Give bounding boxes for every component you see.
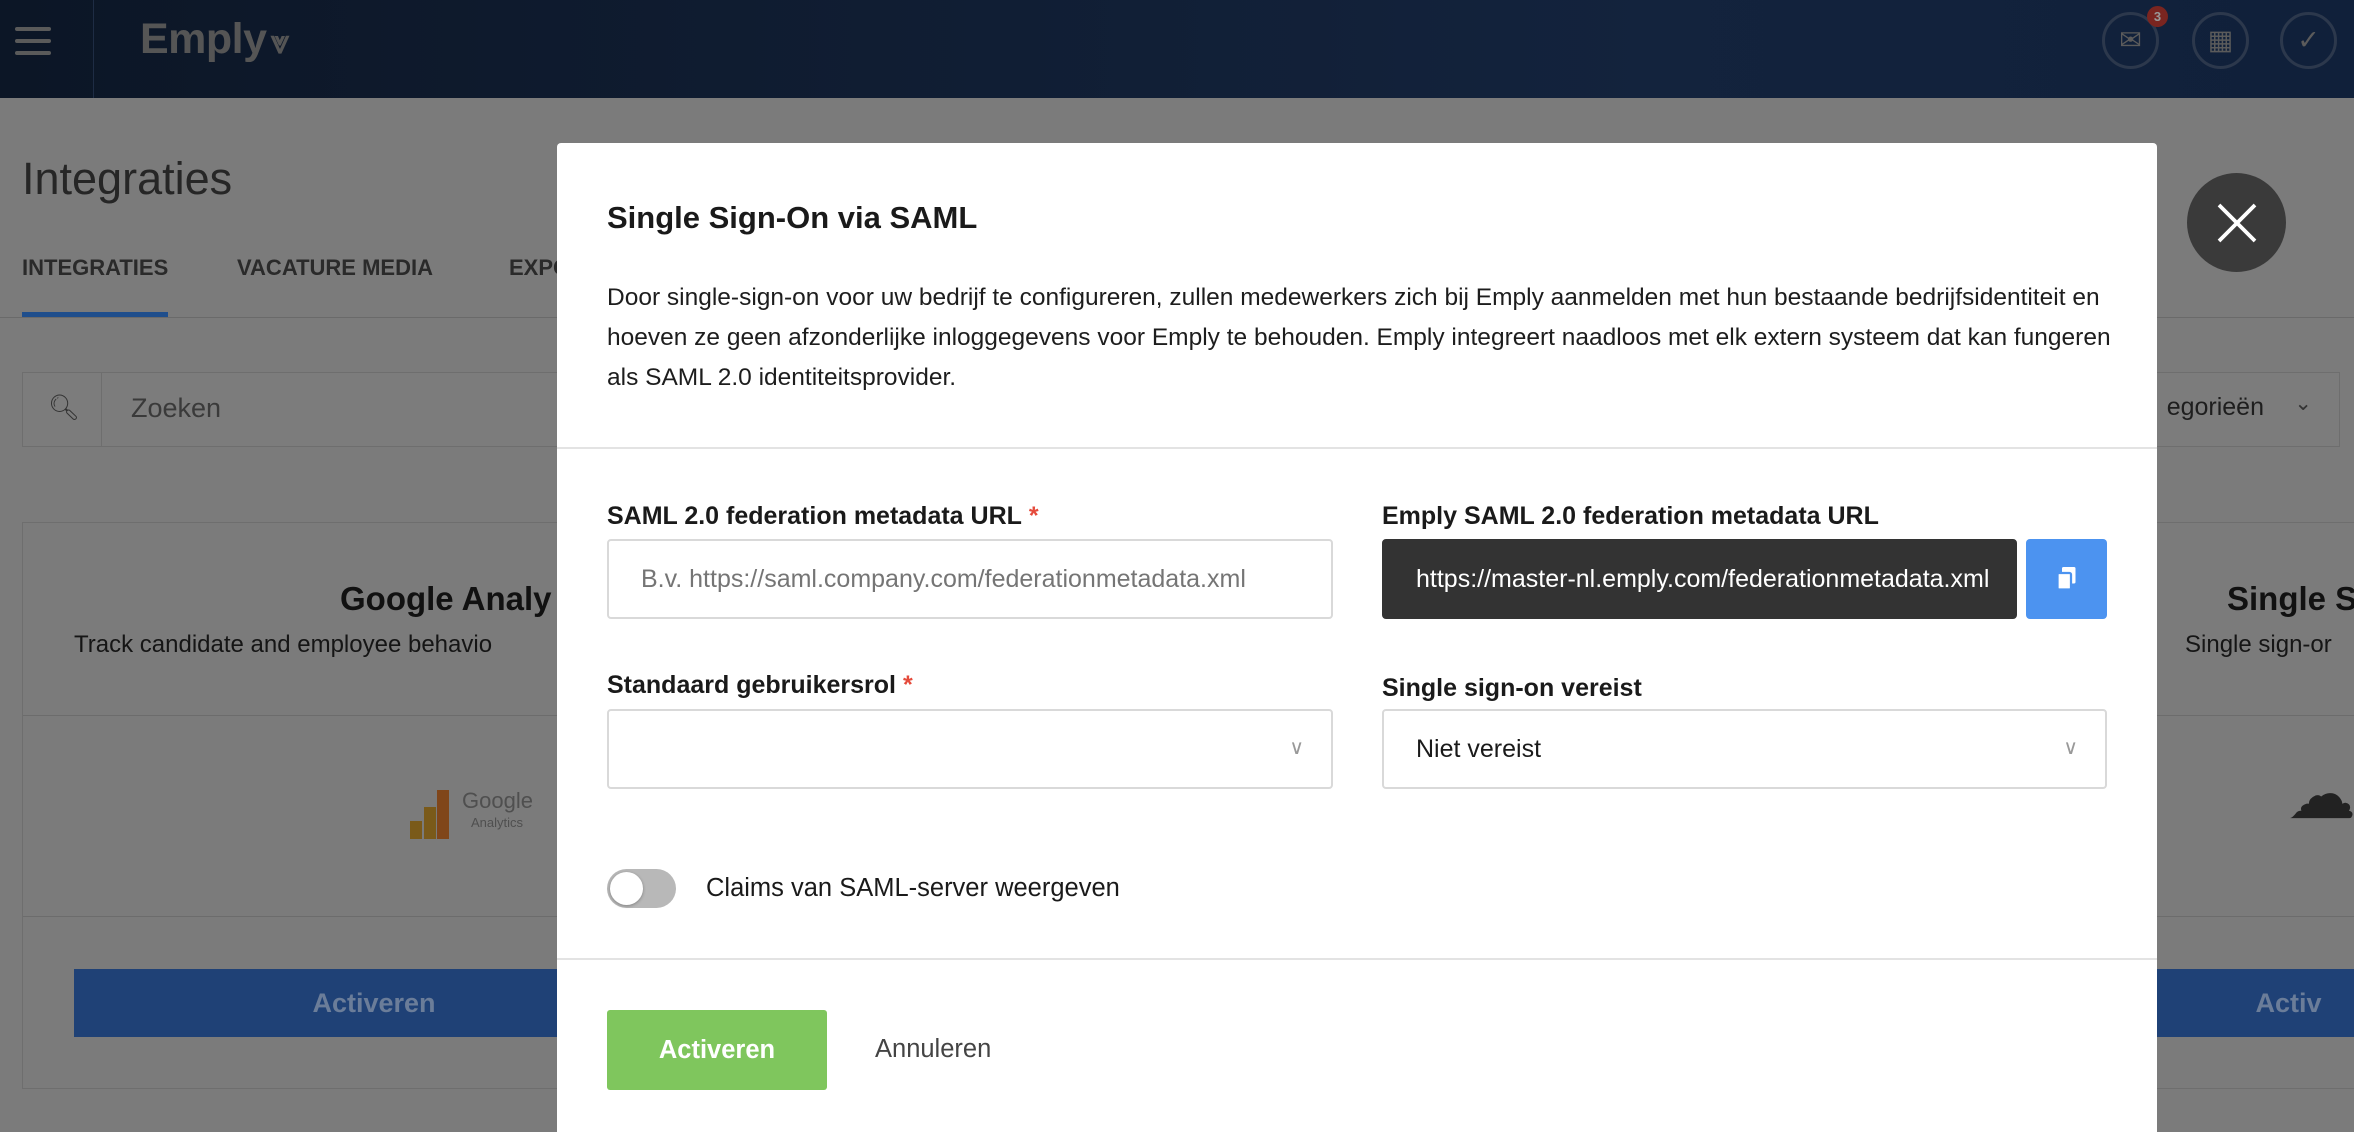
close-icon (2217, 203, 2256, 242)
category-select[interactable]: egorieën (2167, 393, 2264, 422)
copy-icon (2056, 567, 2076, 591)
divider (93, 0, 94, 98)
copy-button[interactable] (2026, 539, 2107, 619)
saml-url-input[interactable] (607, 539, 1333, 619)
mail-badge: 3 (2147, 6, 2168, 27)
integration-card-single-sign-on: Single S Single sign-or ☁ Activ (2130, 522, 2354, 1089)
card-description: Track candidate and employee behavio (74, 631, 493, 658)
role-label: Standaard gebruikersrol * (607, 671, 913, 699)
calendar-button[interactable]: ▦ (2192, 12, 2249, 69)
chevron-down-icon: ∨ (1289, 737, 1304, 759)
chevron-down-icon: ⌄ (2294, 392, 2312, 415)
search-input[interactable]: Zoeken (131, 393, 221, 424)
emply-url-label: Emply SAML 2.0 federation metadata URL (1382, 502, 1879, 530)
cancel-button[interactable]: Annuleren (875, 1035, 991, 1064)
activate-button[interactable]: Activeren (607, 1010, 827, 1090)
role-select[interactable]: ∨ (607, 709, 1333, 789)
card-description: Single sign-or (2185, 631, 2332, 658)
logo-mark-icon: ⩔ (270, 23, 290, 60)
chevron-down-icon: ∨ (2063, 737, 2078, 759)
emply-url-field[interactable]: https://master-nl.emply.com/federationme… (1382, 539, 2017, 619)
divider (557, 958, 2157, 960)
search-icon: 🔍︎ (48, 394, 80, 422)
google-analytics-logo: Google Analytics (410, 785, 560, 845)
modal-description: Door single-sign-on voor uw bedrijf te c… (607, 284, 2111, 391)
calendar-icon: ▦ (2207, 25, 2234, 55)
top-bar: Emply ⩔ ✉ 3 ▦ ✓ (0, 0, 2354, 98)
saml-modal: Single Sign-On via SAML Door single-sign… (557, 143, 2157, 1132)
modal-title: Single Sign-On via SAML (607, 200, 978, 235)
card-title: Single S (2227, 580, 2354, 617)
claims-toggle[interactable] (607, 869, 676, 908)
sso-required-label: Single sign-on vereist (1382, 674, 1642, 702)
page-title: Integraties (22, 153, 233, 204)
logo[interactable]: Emply ⩔ (140, 15, 289, 64)
sso-required-select[interactable]: Niet vereist ∨ (1382, 709, 2107, 789)
tasks-button[interactable]: ✓ (2280, 12, 2337, 69)
check-icon: ✓ (2297, 25, 2320, 55)
card-title: Google Analy (340, 580, 552, 617)
activate-button[interactable]: Activ (2131, 969, 2354, 1037)
cloud-key-icon: ☁ (2287, 756, 2354, 833)
saml-url-label: SAML 2.0 federation metadata URL * (607, 502, 1039, 530)
mail-button[interactable]: ✉ 3 (2102, 6, 2168, 69)
claims-toggle-label: Claims van SAML-server weergeven (706, 874, 1120, 902)
menu-icon[interactable] (15, 27, 51, 60)
divider (557, 447, 2157, 449)
mail-icon: ✉ (2119, 25, 2142, 55)
tab-integraties[interactable]: INTEGRATIES (22, 255, 168, 281)
tab-vacature-media[interactable]: VACATURE MEDIA (237, 255, 433, 281)
divider (101, 373, 102, 446)
close-modal-button[interactable] (2187, 173, 2286, 272)
